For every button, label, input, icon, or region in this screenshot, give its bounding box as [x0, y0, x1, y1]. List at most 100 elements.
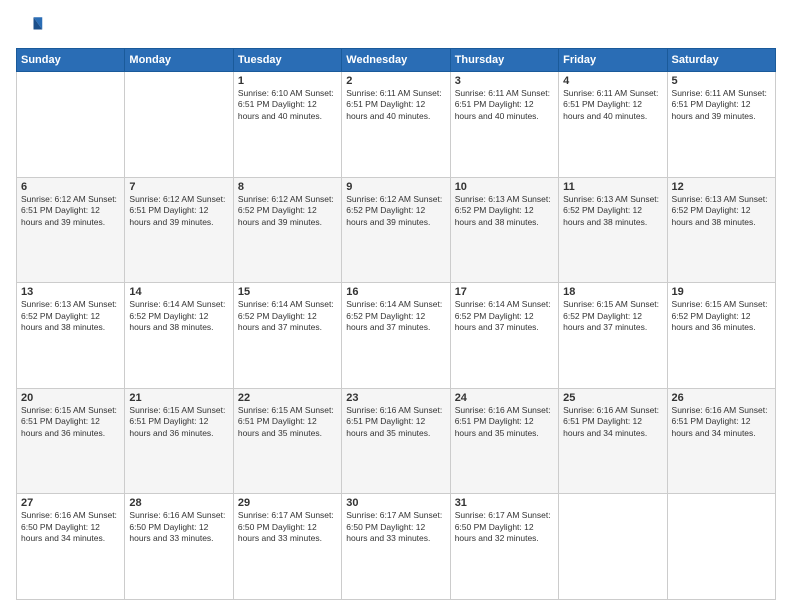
week-row-2: 6 Sunrise: 6:12 AM Sunset: 6:51 PM Daylig… — [17, 177, 776, 283]
day-cell: 30Sunrise: 6:17 AM Sunset: 6:50 PM Dayli… — [342, 494, 450, 600]
day-info: Sunrise: 6:17 AM Sunset: 6:50 PM Dayligh… — [238, 510, 337, 544]
calendar-header: SundayMondayTuesdayWednesdayThursdayFrid… — [17, 49, 776, 72]
day-info: Sunrise: 6:12 AM Sunset: 6:51 PM Dayligh… — [129, 194, 228, 228]
day-cell: 6Sunrise: 6:12 AM Sunset: 6:51 PM Daylig… — [17, 177, 125, 283]
day-cell: 13Sunrise: 6:13 AM Sunset: 6:52 PM Dayli… — [17, 283, 125, 389]
day-info: Sunrise: 6:16 AM Sunset: 6:51 PM Dayligh… — [563, 405, 662, 439]
week-row-3: 13Sunrise: 6:13 AM Sunset: 6:52 PM Dayli… — [17, 283, 776, 389]
day-number: 2 — [346, 75, 445, 87]
day-number: 16 — [346, 286, 445, 298]
day-number: 27 — [21, 497, 120, 509]
day-cell: 15Sunrise: 6:14 AM Sunset: 6:52 PM Dayli… — [233, 283, 341, 389]
day-cell: 14Sunrise: 6:14 AM Sunset: 6:52 PM Dayli… — [125, 283, 233, 389]
day-cell: 24Sunrise: 6:16 AM Sunset: 6:51 PM Dayli… — [450, 388, 558, 494]
column-header-friday: Friday — [559, 49, 667, 72]
logo-icon — [16, 12, 44, 40]
day-cell: 7Sunrise: 6:12 AM Sunset: 6:51 PM Daylig… — [125, 177, 233, 283]
day-info: Sunrise: 6:16 AM Sunset: 6:50 PM Dayligh… — [129, 510, 228, 544]
day-cell: 3Sunrise: 6:11 AM Sunset: 6:51 PM Daylig… — [450, 72, 558, 178]
day-number: 28 — [129, 497, 228, 509]
day-number: 31 — [455, 497, 554, 509]
day-cell: 9Sunrise: 6:12 AM Sunset: 6:52 PM Daylig… — [342, 177, 450, 283]
day-cell: 31Sunrise: 6:17 AM Sunset: 6:50 PM Dayli… — [450, 494, 558, 600]
day-info: Sunrise: 6:13 AM Sunset: 6:52 PM Dayligh… — [563, 194, 662, 228]
day-info: Sunrise: 6:15 AM Sunset: 6:51 PM Dayligh… — [129, 405, 228, 439]
week-row-4: 20 Sunrise: 6:15 AM Sunset: 6:51 PM Dayli… — [17, 388, 776, 494]
day-cell — [667, 494, 775, 600]
day-number: 24 — [455, 392, 554, 404]
day-number: 9 — [346, 181, 445, 193]
day-info: Sunrise: 6:15 AM Sunset: 6:52 PM Dayligh… — [563, 299, 662, 333]
day-cell: 26Sunrise: 6:16 AM Sunset: 6:51 PM Dayli… — [667, 388, 775, 494]
day-cell: 11Sunrise: 6:13 AM Sunset: 6:52 PM Dayli… — [559, 177, 667, 283]
day-number: 14 — [129, 286, 228, 298]
day-info: Sunrise: 6:11 AM Sunset: 6:51 PM Dayligh… — [455, 88, 554, 122]
day-cell: 2Sunrise: 6:11 AM Sunset: 6:51 PM Daylig… — [342, 72, 450, 178]
day-info: Sunrise: 6:11 AM Sunset: 6:51 PM Dayligh… — [672, 88, 771, 122]
day-number: 8 — [238, 181, 337, 193]
day-cell: 22Sunrise: 6:15 AM Sunset: 6:51 PM Dayli… — [233, 388, 341, 494]
day-cell — [17, 72, 125, 178]
day-cell — [125, 72, 233, 178]
day-number: 26 — [672, 392, 771, 404]
day-info: Sunrise: 6:12 AM Sunset: 6:52 PM Dayligh… — [346, 194, 445, 228]
calendar: SundayMondayTuesdayWednesdayThursdayFrid… — [16, 48, 776, 600]
day-number: 4 — [563, 75, 662, 87]
day-info: Sunrise: 6:16 AM Sunset: 6:51 PM Dayligh… — [346, 405, 445, 439]
day-number: 29 — [238, 497, 337, 509]
day-info: Sunrise: 6:16 AM Sunset: 6:50 PM Dayligh… — [21, 510, 120, 544]
day-cell: 29Sunrise: 6:17 AM Sunset: 6:50 PM Dayli… — [233, 494, 341, 600]
day-number: 10 — [455, 181, 554, 193]
day-number: 12 — [672, 181, 771, 193]
day-info: Sunrise: 6:13 AM Sunset: 6:52 PM Dayligh… — [672, 194, 771, 228]
week-row-1: 1Sunrise: 6:10 AM Sunset: 6:51 PM Daylig… — [17, 72, 776, 178]
day-number: 3 — [455, 75, 554, 87]
day-info: Sunrise: 6:12 AM Sunset: 6:52 PM Dayligh… — [238, 194, 337, 228]
day-cell: 17Sunrise: 6:14 AM Sunset: 6:52 PM Dayli… — [450, 283, 558, 389]
header — [16, 12, 776, 40]
day-info: Sunrise: 6:17 AM Sunset: 6:50 PM Dayligh… — [346, 510, 445, 544]
column-header-saturday: Saturday — [667, 49, 775, 72]
day-number: 18 — [563, 286, 662, 298]
day-cell — [559, 494, 667, 600]
day-number: 19 — [672, 286, 771, 298]
day-cell: 10Sunrise: 6:13 AM Sunset: 6:52 PM Dayli… — [450, 177, 558, 283]
day-number: 13 — [21, 286, 120, 298]
day-number: 7 — [129, 181, 228, 193]
day-number: 1 — [238, 75, 337, 87]
column-header-thursday: Thursday — [450, 49, 558, 72]
day-cell: 18Sunrise: 6:15 AM Sunset: 6:52 PM Dayli… — [559, 283, 667, 389]
day-info: Sunrise: 6:16 AM Sunset: 6:51 PM Dayligh… — [455, 405, 554, 439]
day-cell: 23Sunrise: 6:16 AM Sunset: 6:51 PM Dayli… — [342, 388, 450, 494]
week-row-5: 27Sunrise: 6:16 AM Sunset: 6:50 PM Dayli… — [17, 494, 776, 600]
day-number: 15 — [238, 286, 337, 298]
day-cell: 28Sunrise: 6:16 AM Sunset: 6:50 PM Dayli… — [125, 494, 233, 600]
day-cell: 5Sunrise: 6:11 AM Sunset: 6:51 PM Daylig… — [667, 72, 775, 178]
day-number: 17 — [455, 286, 554, 298]
day-info: Sunrise: 6:10 AM Sunset: 6:51 PM Dayligh… — [238, 88, 337, 122]
day-number: 21 — [129, 392, 228, 404]
day-info: Sunrise: 6:14 AM Sunset: 6:52 PM Dayligh… — [129, 299, 228, 333]
day-number: 25 — [563, 392, 662, 404]
day-info: Sunrise: 6:13 AM Sunset: 6:52 PM Dayligh… — [21, 299, 120, 333]
day-cell: 16Sunrise: 6:14 AM Sunset: 6:52 PM Dayli… — [342, 283, 450, 389]
day-number: 6 — [21, 181, 120, 193]
day-number: 11 — [563, 181, 662, 193]
day-cell: 27Sunrise: 6:16 AM Sunset: 6:50 PM Dayli… — [17, 494, 125, 600]
column-header-monday: Monday — [125, 49, 233, 72]
calendar-body: 1Sunrise: 6:10 AM Sunset: 6:51 PM Daylig… — [17, 72, 776, 600]
day-cell: 1Sunrise: 6:10 AM Sunset: 6:51 PM Daylig… — [233, 72, 341, 178]
day-cell: 8Sunrise: 6:12 AM Sunset: 6:52 PM Daylig… — [233, 177, 341, 283]
day-info: Sunrise: 6:15 AM Sunset: 6:51 PM Dayligh… — [238, 405, 337, 439]
day-cell: 12Sunrise: 6:13 AM Sunset: 6:52 PM Dayli… — [667, 177, 775, 283]
day-number: 23 — [346, 392, 445, 404]
day-cell: 21Sunrise: 6:15 AM Sunset: 6:51 PM Dayli… — [125, 388, 233, 494]
day-number: 20 — [21, 392, 120, 404]
day-info: Sunrise: 6:15 AM Sunset: 6:52 PM Dayligh… — [672, 299, 771, 333]
day-info: Sunrise: 6:14 AM Sunset: 6:52 PM Dayligh… — [346, 299, 445, 333]
page: SundayMondayTuesdayWednesdayThursdayFrid… — [0, 0, 792, 612]
day-info: Sunrise: 6:11 AM Sunset: 6:51 PM Dayligh… — [346, 88, 445, 122]
header-row: SundayMondayTuesdayWednesdayThursdayFrid… — [17, 49, 776, 72]
logo — [16, 12, 48, 40]
day-number: 30 — [346, 497, 445, 509]
